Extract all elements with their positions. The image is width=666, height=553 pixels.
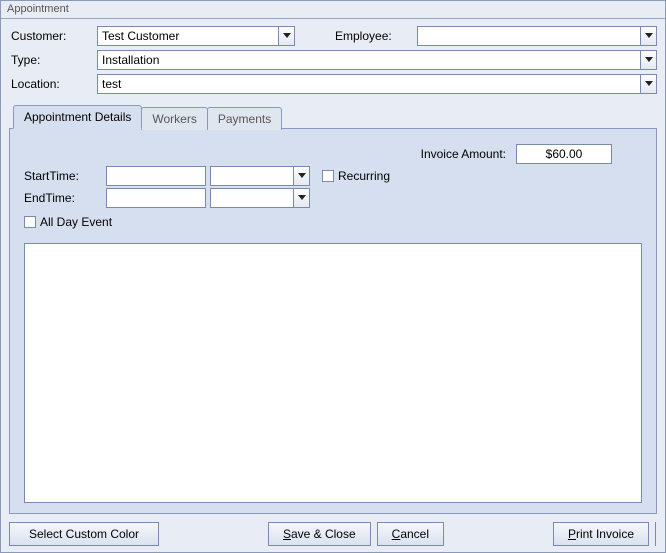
appointment-window: Appointment Customer: Test Customer Empl… <box>0 0 666 553</box>
start-time-label: StartTime: <box>24 169 106 183</box>
footer: Select Custom Color Save & Close Cancel … <box>1 518 665 552</box>
employee-label: Employee: <box>335 29 417 43</box>
invoice-amount-label: Invoice Amount: <box>421 147 506 161</box>
recurring-label: Recurring <box>338 169 390 183</box>
start-date-field[interactable] <box>106 166 206 186</box>
tab-payments[interactable]: Payments <box>207 107 282 130</box>
print-invoice-button[interactable]: Print Invoice <box>553 522 649 546</box>
start-time-combo[interactable] <box>210 166 310 186</box>
tab-workers[interactable]: Workers <box>141 107 207 130</box>
type-label: Type: <box>9 53 97 67</box>
all-day-checkbox[interactable] <box>24 216 36 228</box>
header-form: Customer: Test Customer Employee: Type: … <box>1 19 665 105</box>
notes-textarea[interactable] <box>24 243 642 503</box>
details-panel: Invoice Amount: $60.00 StartTime: Recurr… <box>9 128 657 514</box>
customer-combo[interactable]: Test Customer <box>97 26 295 46</box>
dropdown-icon[interactable] <box>640 51 656 69</box>
dropdown-icon[interactable] <box>640 75 656 93</box>
select-color-button[interactable]: Select Custom Color <box>9 522 159 546</box>
dropdown-icon[interactable] <box>278 27 294 45</box>
end-date-field[interactable] <box>106 188 206 208</box>
dropdown-icon[interactable] <box>293 189 309 207</box>
save-close-button[interactable]: Save & Close <box>268 522 371 546</box>
end-time-label: EndTime: <box>24 191 106 205</box>
recurring-checkbox[interactable] <box>322 170 334 182</box>
all-day-label: All Day Event <box>40 215 112 229</box>
customer-value: Test Customer <box>98 29 278 43</box>
employee-combo[interactable] <box>417 26 657 46</box>
window-title: Appointment <box>1 1 665 19</box>
end-time-combo[interactable] <box>210 188 310 208</box>
type-value: Installation <box>98 53 640 67</box>
cancel-button[interactable]: Cancel <box>377 522 444 546</box>
customer-label: Customer: <box>9 29 97 43</box>
resize-grip[interactable] <box>655 522 659 546</box>
type-combo[interactable]: Installation <box>97 50 657 70</box>
location-combo[interactable]: test <box>97 74 657 94</box>
dropdown-icon[interactable] <box>293 167 309 185</box>
location-value: test <box>98 77 640 91</box>
invoice-amount-field[interactable]: $60.00 <box>516 144 612 164</box>
dropdown-icon[interactable] <box>640 27 656 45</box>
location-label: Location: <box>9 77 97 91</box>
tab-details[interactable]: Appointment Details <box>13 105 142 129</box>
tabs: Appointment Details Workers Payments <box>9 105 657 129</box>
